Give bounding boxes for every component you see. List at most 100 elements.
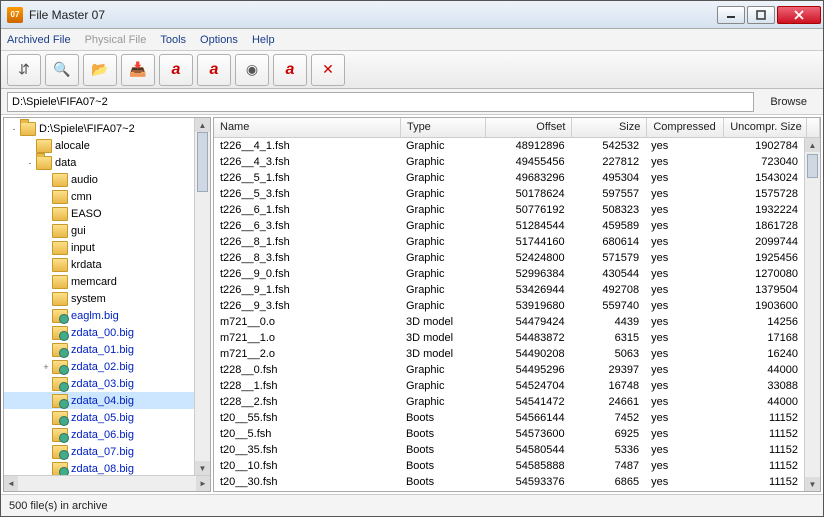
compress-icon[interactable]: ⇵ (7, 54, 41, 86)
tree-item-label: krdata (71, 259, 102, 271)
list-row[interactable]: t226__4_3.fshGraphic49455456227812yes723… (214, 154, 804, 170)
tree-item-label: zdata_01.big (71, 344, 134, 356)
open-archive-icon[interactable]: 📂 (83, 54, 117, 86)
cell-comp: yes (645, 460, 722, 472)
cell-offset: 49683296 (484, 172, 570, 184)
expander-icon[interactable]: - (24, 158, 36, 168)
text-zip-icon[interactable]: a (197, 54, 231, 86)
tree-item[interactable]: gui (4, 222, 194, 239)
delete-icon[interactable]: ✕ (311, 54, 345, 86)
text-red-icon[interactable]: a (159, 54, 193, 86)
scroll-thumb[interactable] (197, 132, 208, 192)
list-row[interactable]: t20__5.fshBoots545736006925yes11152 (214, 426, 804, 442)
expander-icon[interactable]: - (8, 124, 20, 134)
scroll-up-icon[interactable]: ▲ (195, 118, 210, 132)
tree-item[interactable]: cmn (4, 188, 194, 205)
tree-item[interactable]: input (4, 239, 194, 256)
list-row[interactable]: t20__10.fshBoots545858887487yes11152 (214, 458, 804, 474)
minimize-button[interactable] (717, 6, 745, 24)
tree-item[interactable]: zdata_04.big (4, 392, 194, 409)
list-row[interactable]: t226__4_1.fshGraphic48912896542532yes190… (214, 138, 804, 154)
scroll-thumb[interactable] (807, 154, 818, 178)
folder-icon (52, 292, 68, 306)
column-header-compressed[interactable]: Compressed (647, 118, 724, 137)
list-row[interactable]: t226__9_0.fshGraphic52996384430544yes127… (214, 266, 804, 282)
close-button[interactable] (777, 6, 821, 24)
scroll-up-icon[interactable]: ▲ (805, 138, 820, 152)
tree-item[interactable]: zdata_01.big (4, 341, 194, 358)
path-input[interactable] (7, 92, 754, 112)
tree-item[interactable]: zdata_00.big (4, 324, 194, 341)
tree-item[interactable]: zdata_03.big (4, 375, 194, 392)
tree-horizontal-scrollbar[interactable]: ◄ ► (4, 475, 210, 491)
tree-item[interactable]: eaglm.big (4, 307, 194, 324)
tree-item[interactable]: system (4, 290, 194, 307)
list-row[interactable]: t228__0.fshGraphic5449529629397yes44000 (214, 362, 804, 378)
tree-item[interactable]: EASO (4, 205, 194, 222)
tree-item[interactable]: -data (4, 154, 194, 171)
tree-vertical-scrollbar[interactable]: ▲ ▼ (194, 118, 210, 475)
tree-item[interactable]: memcard (4, 273, 194, 290)
list-row[interactable]: m721__1.o3D model544838726315yes17168 (214, 330, 804, 346)
tree-item[interactable]: alocale (4, 137, 194, 154)
scroll-down-icon[interactable]: ▼ (195, 461, 210, 475)
list-row[interactable]: t226__6_1.fshGraphic50776192508323yes193… (214, 202, 804, 218)
list-row[interactable]: t20__30.fshBoots545933766865yes11152 (214, 474, 804, 490)
scroll-left-icon[interactable]: ◄ (4, 476, 18, 491)
tree-item[interactable]: -D:\Spiele\FIFA07~2 (4, 120, 194, 137)
fingerprint-icon[interactable]: ◉ (235, 54, 269, 86)
list-row[interactable]: t226__9_3.fshGraphic53919680559740yes190… (214, 298, 804, 314)
tree-item[interactable]: zdata_05.big (4, 409, 194, 426)
column-header-type[interactable]: Type (401, 118, 486, 137)
tree-item[interactable]: zdata_07.big (4, 443, 194, 460)
expander-icon[interactable]: + (40, 362, 52, 372)
menu-options[interactable]: Options (200, 34, 238, 46)
cell-comp: yes (645, 348, 722, 360)
list-row[interactable]: t226__8_3.fshGraphic52424800571579yes192… (214, 250, 804, 266)
cell-size: 7487 (571, 460, 646, 472)
column-header-name[interactable]: Name (214, 118, 401, 137)
cell-name: t20__55.fsh (214, 412, 400, 424)
pathbar: Browse (1, 89, 823, 115)
list-row[interactable]: t228__1.fshGraphic5452470416748yes33088 (214, 378, 804, 394)
scroll-down-icon[interactable]: ▼ (805, 477, 820, 491)
folder-icon (52, 173, 68, 187)
cell-name: t226__9_1.fsh (214, 284, 400, 296)
tree-item[interactable]: zdata_08.big (4, 460, 194, 475)
list-row[interactable]: t20__35.fshBoots545805445336yes11152 (214, 442, 804, 458)
list-row[interactable]: t226__8_1.fshGraphic51744160680614yes209… (214, 234, 804, 250)
tree-item[interactable]: zdata_06.big (4, 426, 194, 443)
list-vertical-scrollbar[interactable]: ▲ ▼ (804, 138, 820, 491)
menu-archived-file[interactable]: Archived File (7, 34, 71, 46)
cell-size: 29397 (571, 364, 646, 376)
tree-item[interactable]: audio (4, 171, 194, 188)
list-row[interactable]: t228__2.fshGraphic5454147224661yes44000 (214, 394, 804, 410)
column-header-size[interactable]: Size (572, 118, 647, 137)
cell-size: 6865 (571, 476, 646, 488)
list-row[interactable]: t20__29.fshBoots546002567145yes11152 (214, 490, 804, 491)
list-row[interactable]: t226__6_3.fshGraphic51284544459589yes186… (214, 218, 804, 234)
cell-comp: yes (645, 156, 722, 168)
cell-type: Graphic (400, 252, 484, 264)
cell-unc: 11152 (722, 460, 804, 472)
tree-item[interactable]: krdata (4, 256, 194, 273)
tree-item[interactable]: +zdata_02.big (4, 358, 194, 375)
list-row[interactable]: m721__2.o3D model544902085063yes16240 (214, 346, 804, 362)
column-header-offset[interactable]: Offset (486, 118, 573, 137)
list-row[interactable]: t226__5_1.fshGraphic49683296495304yes154… (214, 170, 804, 186)
maximize-button[interactable] (747, 6, 775, 24)
search-icon[interactable]: 🔍 (45, 54, 79, 86)
menu-help[interactable]: Help (252, 34, 275, 46)
scroll-right-icon[interactable]: ► (196, 476, 210, 491)
import-icon[interactable]: 📥 (121, 54, 155, 86)
list-row[interactable]: m721__0.o3D model544794244439yes14256 (214, 314, 804, 330)
menu-tools[interactable]: Tools (160, 34, 186, 46)
cell-size: 24661 (571, 396, 646, 408)
list-row[interactable]: t226__5_3.fshGraphic50178624597557yes157… (214, 186, 804, 202)
cell-size: 542532 (571, 140, 646, 152)
rename-icon[interactable]: a (273, 54, 307, 86)
column-header-uncompressed-size[interactable]: Uncompr. Size (724, 118, 807, 137)
list-row[interactable]: t226__9_1.fshGraphic53426944492708yes137… (214, 282, 804, 298)
browse-button[interactable]: Browse (760, 94, 817, 110)
list-row[interactable]: t20__55.fshBoots545661447452yes11152 (214, 410, 804, 426)
